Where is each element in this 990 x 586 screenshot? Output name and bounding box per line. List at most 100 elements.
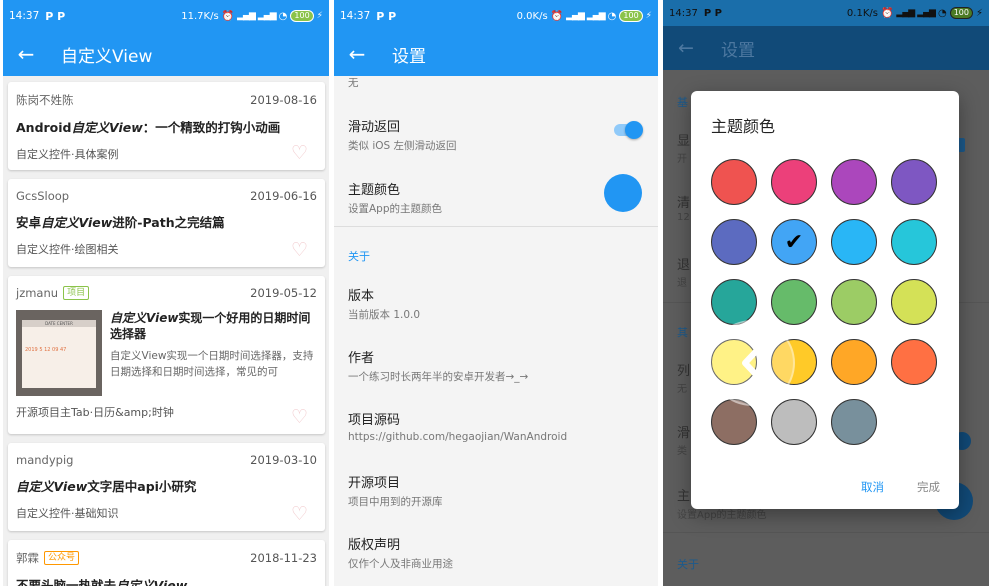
signal-icon: ▂▄▆: [896, 8, 915, 18]
article-date: 2018-11-23: [250, 551, 317, 565]
back-arrow-icon[interactable]: ←: [3, 42, 49, 66]
color-swatch[interactable]: [711, 279, 757, 325]
setting-copyright[interactable]: 版权声明 仅作个人及非商业用途: [334, 534, 658, 571]
signal-icon: ▂▄▆: [566, 11, 585, 21]
title-part: 不要头脑一热就去: [16, 578, 117, 586]
heart-icon[interactable]: ♡: [291, 144, 311, 163]
toolbar: ← 自定义View: [3, 32, 329, 76]
color-swatch[interactable]: [891, 339, 937, 385]
article-card[interactable]: mandypig 2019-03-10 自定义View文字居中api小研究 自定…: [8, 443, 325, 531]
setting-title: 版权声明: [348, 538, 401, 553]
color-swatch[interactable]: [831, 159, 877, 205]
setting-subtitle: 类: [677, 446, 687, 457]
back-arrow-icon[interactable]: ←: [334, 42, 380, 66]
article-card[interactable]: GcsSloop 2019-06-16 安卓自定义View进阶-Path之完结篇…: [8, 179, 325, 267]
article-card[interactable]: 陈岗不姓陈 2019-08-16 Android自定义View：一个精致的打钩小…: [8, 82, 325, 170]
color-swatch[interactable]: [771, 159, 817, 205]
setting-swipe-back[interactable]: 滑动返回 类似 iOS 左侧滑动返回: [334, 116, 658, 153]
color-swatch[interactable]: [831, 219, 877, 265]
color-swatch[interactable]: [831, 279, 877, 325]
color-swatch[interactable]: [771, 279, 817, 325]
article-card[interactable]: 郭霖 公众号 2018-11-23 不要头脑一热就去自定义View: [8, 540, 325, 586]
article-card[interactable]: jzmanu 项目 2019-05-12 DATE CENTER 2019 5 …: [8, 276, 325, 434]
color-swatch[interactable]: [891, 279, 937, 325]
color-swatch[interactable]: [831, 399, 877, 445]
setting-subtitle: 一个练习时长两年半的安卓开发者→_→: [348, 371, 529, 383]
article-list[interactable]: 陈岗不姓陈 2019-08-16 Android 自定义View ：一个精致的打钩小…: [3, 76, 329, 586]
color-swatch-selected[interactable]: ✔: [771, 219, 817, 265]
setting-title: 主: [677, 489, 691, 504]
color-swatch[interactable]: [711, 219, 757, 265]
signal-icon-2: ▂▄▆: [917, 8, 936, 18]
alarm-icon: ⏰: [550, 10, 564, 22]
heart-icon[interactable]: ♡: [291, 408, 311, 427]
settings-list[interactable]: 无 滑动返回 类似 iOS 左侧滑动返回 主题颜色 设置App的主题颜色 关于 …: [334, 76, 658, 586]
article-thumbnail: DATE CENTER 2019 5 12 09 47: [16, 310, 102, 396]
setting-subtitle: 项目中用到的开源库: [348, 496, 443, 508]
heart-icon[interactable]: ♡: [291, 241, 311, 260]
wifi-icon: ◔: [278, 10, 288, 22]
section-header: 关于: [677, 558, 699, 571]
battery-icon: 100: [290, 10, 314, 22]
network-speed: 0.0K/s: [516, 10, 548, 22]
settings-screen: 14:37 P P 0.0K/s ⏰ ▂▄▆ ▂▄▆ ◔ 100 ⚡ ← 设置 …: [334, 0, 658, 586]
charging-icon: ⚡: [975, 7, 983, 19]
battery-icon: 100: [619, 10, 643, 22]
color-swatch[interactable]: [771, 399, 817, 445]
wifi-icon: ◔: [937, 7, 947, 19]
setting-subtitle: 仅作个人及非商业用途: [348, 558, 453, 570]
setting-subtitle: 开: [677, 154, 687, 165]
title-part: Android: [16, 120, 72, 135]
title-keyword: 自定义View: [110, 311, 179, 325]
checkmark-icon: ✔: [784, 229, 804, 255]
color-swatch[interactable]: [891, 219, 937, 265]
page-title: 设置: [721, 40, 755, 61]
setting-version[interactable]: 版本 当前版本 1.0.0: [334, 285, 658, 322]
heart-icon[interactable]: ♡: [291, 505, 311, 524]
setting-title: 主题颜色: [348, 183, 401, 198]
color-swatch[interactable]: [711, 159, 757, 205]
setting-theme-color[interactable]: 主题颜色 设置App的主题颜色: [334, 174, 658, 216]
setting-subtitle: 类似 iOS 左侧滑动返回: [348, 140, 457, 152]
status-time: 14:37: [669, 7, 698, 19]
article-title: 自定义View文字居中api小研究: [16, 479, 317, 495]
setting-title: 版本: [348, 289, 375, 304]
setting-source-code[interactable]: 项目源码 https://github.com/hegaojian/WanAnd…: [334, 409, 658, 443]
article-category: 自定义控件·具体案例: [16, 148, 119, 161]
title-part: 文字居中api小研究: [87, 479, 197, 494]
color-swatch[interactable]: [891, 159, 937, 205]
dialog-title: 主题颜色: [711, 117, 776, 136]
setting-subtitle: 12: [677, 212, 690, 223]
setting-open-source[interactable]: 开源项目 项目中用到的开源库: [334, 472, 658, 509]
setting-title: 开源项目: [348, 476, 401, 491]
article-description: 自定义View实现一个日期时间选择器，支持日期选择和日期时间选择，常见的可: [110, 350, 314, 378]
wechat-tag: 公众号: [44, 551, 80, 565]
title-keyword: 自定义View: [16, 479, 88, 494]
swipe-back-gesture-indicator: [709, 320, 795, 406]
title-part: 安卓: [16, 215, 42, 230]
article-date: 2019-06-16: [250, 189, 317, 203]
article-author: jzmanu: [16, 286, 59, 300]
notification-icons: P P: [376, 9, 397, 23]
theme-color-preview[interactable]: [604, 174, 642, 212]
alarm-icon: ⏰: [221, 10, 235, 22]
cancel-button[interactable]: 取消: [861, 479, 884, 495]
swipe-back-toggle[interactable]: [614, 121, 643, 139]
thumbnail-numbers: 2019 5 12 09 47: [25, 347, 67, 353]
color-swatch[interactable]: [831, 339, 877, 385]
toolbar: ← 设置: [663, 26, 989, 70]
setting-author[interactable]: 作者 一个练习时长两年半的安卓开发者→_→: [334, 347, 658, 384]
chevron-left-icon: [742, 341, 766, 385]
title-part: 进阶-Path之完结篇: [112, 215, 225, 230]
article-title: 自定义View实现一个好用的日期时间选择器: [110, 310, 317, 342]
article-date: 2019-08-16: [250, 93, 317, 107]
thumbnail-header: DATE CENTER: [22, 320, 96, 327]
setting-subtitle: 退: [677, 278, 687, 289]
setting-title: 滑: [677, 426, 691, 441]
title-keyword: 自定义View: [116, 578, 188, 586]
article-author: 陈岗不姓陈: [16, 93, 74, 107]
status-time: 14:37: [340, 10, 371, 22]
done-button[interactable]: 完成: [917, 479, 940, 495]
title-part: ：一个精致的打钩小动画: [142, 120, 281, 135]
divider: [334, 226, 658, 227]
